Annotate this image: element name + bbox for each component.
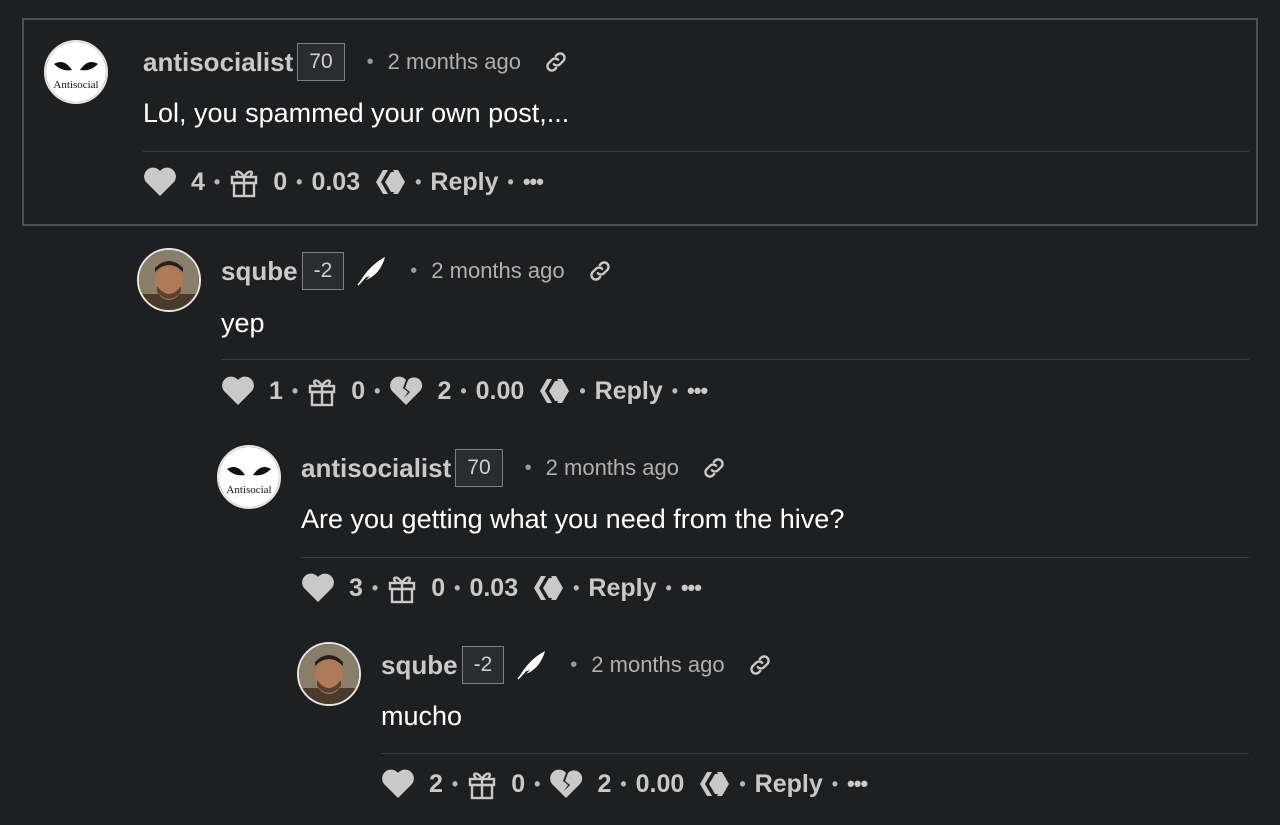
separator-dot: • [451,773,459,794]
separator-dot: • [415,171,422,192]
link-icon[interactable] [747,652,773,678]
heart-icon[interactable] [301,573,335,603]
separator-dot: • [620,773,627,794]
avatar[interactable] [137,248,201,312]
reply-button[interactable]: Reply [588,574,656,603]
separator-dot: • [831,773,839,794]
gift-count: 0 [511,769,526,798]
separator-dot: • [570,653,578,676]
comment-body: mucho [381,701,463,731]
comment-actions: 4 • 0 • 0.03 • Reply • ••• [143,160,544,204]
separator-dot: • [524,456,532,479]
feather-icon [354,254,388,288]
divider [143,151,1249,152]
timestamp[interactable]: 2 months ago [388,49,521,75]
separator-dot: • [534,773,541,794]
separator-dot: • [579,380,586,401]
svg-text:Antisocial: Antisocial [226,484,271,496]
link-icon[interactable] [701,455,727,481]
timestamp[interactable]: 2 months ago [546,455,679,481]
more-options-button[interactable]: ••• [847,771,868,797]
separator-dot: • [366,50,374,73]
timestamp[interactable]: 2 months ago [591,652,724,678]
svg-text:Antisocial: Antisocial [53,79,98,91]
gift-icon[interactable] [307,375,337,407]
upvote-count[interactable]: 1 [269,377,283,406]
separator-dot: • [410,259,418,282]
reputation-badge: 70 [455,449,503,487]
hive-icon [538,377,570,405]
payout-value[interactable]: 0.00 [636,770,685,799]
reply-button[interactable]: Reply [430,168,498,197]
comment-body: Are you getting what you need from the h… [301,504,845,534]
divider [381,753,1249,754]
comment-body: yep [221,308,265,338]
reply-button[interactable]: Reply [755,770,823,799]
upvote-count[interactable]: 2 [429,770,443,799]
upvote-count[interactable]: 4 [191,168,205,197]
link-icon[interactable] [543,49,569,75]
more-options-button[interactable]: ••• [687,378,708,404]
separator-dot: • [296,171,303,192]
separator-dot: • [371,577,379,598]
separator-dot: • [507,171,514,192]
separator-dot: • [671,380,679,401]
divider [221,359,1249,360]
payout-value[interactable]: 0.03 [469,574,518,603]
reputation-badge: -2 [301,252,345,290]
payout-value[interactable]: 0.00 [476,377,525,406]
avatar[interactable] [297,642,361,706]
separator-dot: • [665,577,672,598]
avatar[interactable]: Antisocial [44,40,108,104]
hive-icon [532,574,564,602]
broken-heart-icon[interactable] [389,376,423,406]
link-icon[interactable] [587,258,613,284]
separator-dot: • [291,380,299,401]
author-name[interactable]: sqube [221,256,298,287]
gift-icon[interactable] [467,768,497,800]
reply-button[interactable]: Reply [595,377,663,406]
comment-actions: 1 • 0 • 2 • 0.00 • Reply • ••• [221,369,708,413]
separator-dot: • [374,380,381,401]
comment-actions: 3 • 0 • 0.03 • Reply • ••• [301,566,702,610]
more-options-button[interactable]: ••• [523,169,544,195]
heart-icon[interactable] [143,167,177,197]
separator-dot: • [573,577,580,598]
separator-dot: • [213,171,221,192]
gift-icon[interactable] [387,572,417,604]
avatar[interactable]: Antisocial [217,445,281,509]
separator-dot: • [454,577,461,598]
more-options-button[interactable]: ••• [681,575,702,601]
author-name[interactable]: antisocialist [143,47,293,78]
comment-header: antisocialist 70 • 2 months ago [143,42,569,82]
comment-header: antisocialist 70 • 2 months ago [301,448,727,488]
downvote-count[interactable]: 2 [437,377,451,406]
reputation-badge: -2 [461,646,505,684]
reputation-badge: 70 [297,43,345,81]
heart-icon[interactable] [221,376,255,406]
hive-icon [698,770,730,798]
gift-icon[interactable] [229,166,259,198]
comment-header: sqube -2 • 2 months ago [221,251,613,291]
comment-body: Lol, you spammed your own post,... [143,98,570,128]
gift-count: 0 [351,376,366,405]
comment-header: sqube -2 • 2 months ago [381,645,773,685]
heart-icon[interactable] [381,769,415,799]
timestamp[interactable]: 2 months ago [431,258,564,284]
author-name[interactable]: sqube [381,650,458,681]
gift-count: 0 [273,167,288,196]
separator-dot: • [739,773,746,794]
payout-value[interactable]: 0.03 [311,168,360,197]
separator-dot: • [460,380,467,401]
feather-icon [514,648,548,682]
broken-heart-icon[interactable] [549,769,583,799]
downvote-count[interactable]: 2 [597,770,611,799]
gift-count: 0 [431,573,446,602]
divider [301,557,1249,558]
hive-icon [374,168,406,196]
comment-actions: 2 • 0 • 2 • 0.00 • Reply • ••• [381,762,868,806]
upvote-count[interactable]: 3 [349,574,363,603]
author-name[interactable]: antisocialist [301,453,451,484]
